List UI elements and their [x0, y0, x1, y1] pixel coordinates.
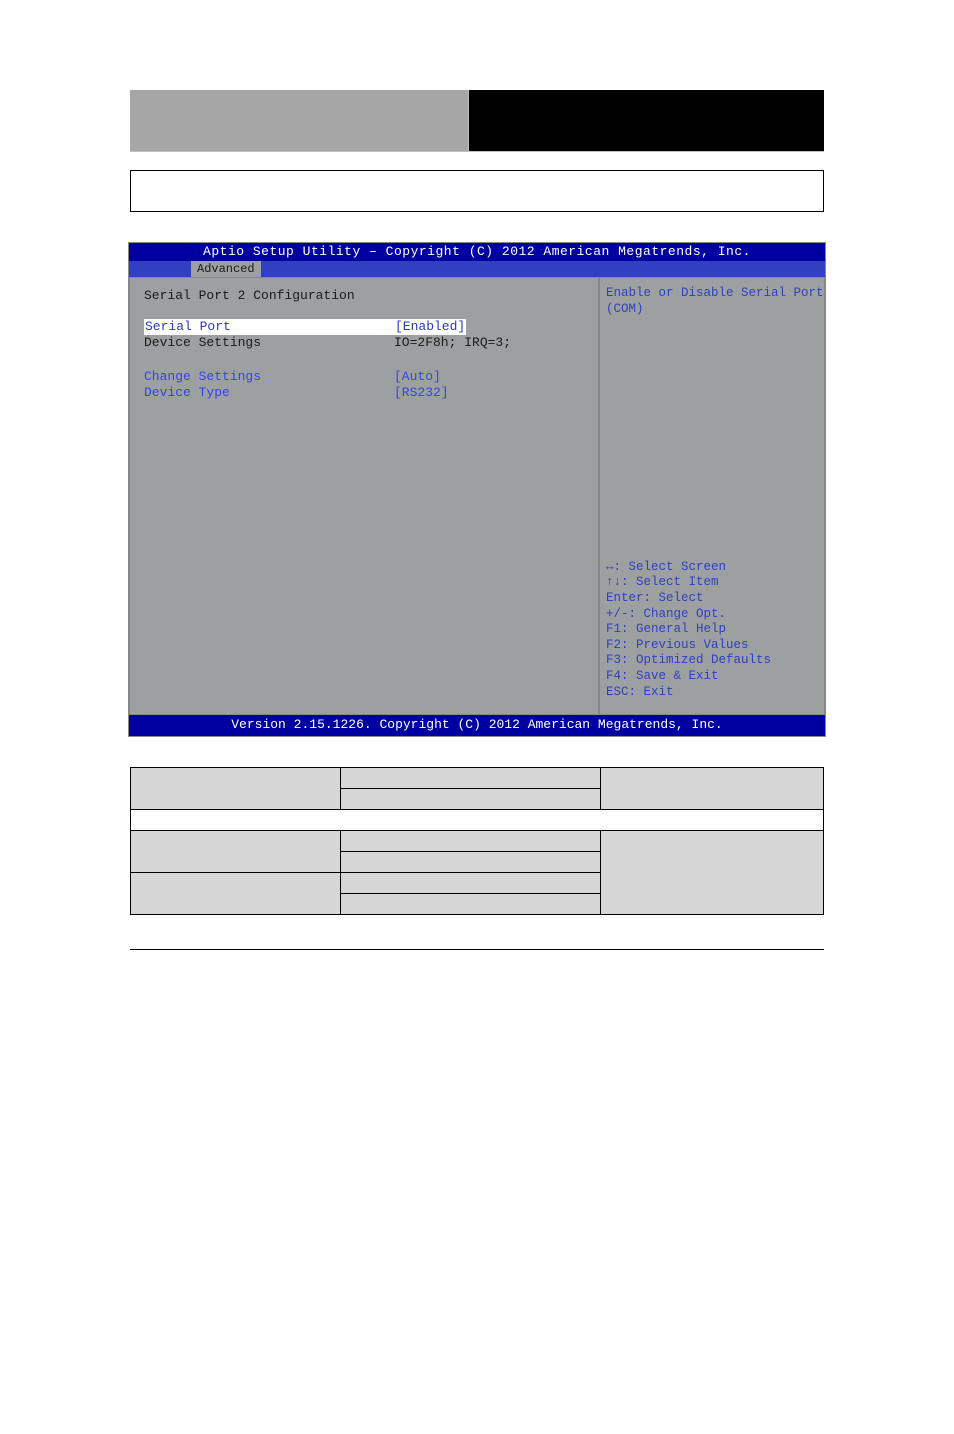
field-value[interactable]: [Auto] [394, 369, 441, 385]
bios-heading: Serial Port 2 Configuration [144, 288, 590, 304]
page-header-left [130, 90, 469, 151]
cell [601, 830, 824, 914]
cell [341, 872, 601, 893]
field-label: Device Type [144, 385, 394, 401]
field-label: Change Settings [144, 369, 394, 385]
field-label: Serial Port [144, 319, 394, 335]
table-row [131, 767, 824, 788]
cell [341, 767, 601, 788]
page-header-right [469, 90, 824, 151]
table-row [131, 830, 824, 851]
field-label: Device Settings [144, 335, 394, 351]
bios-left-panel: Serial Port 2 Configuration Serial Port … [129, 277, 599, 715]
cell [131, 767, 341, 809]
field-value: IO=2F8h; IRQ=3; [394, 335, 511, 351]
cell [131, 809, 824, 830]
field-value[interactable]: [RS232] [394, 385, 449, 401]
tab-advanced[interactable]: Advanced [191, 261, 261, 277]
cell [341, 788, 601, 809]
cell [131, 830, 341, 872]
bios-row[interactable]: Serial Port [Enabled] [144, 319, 590, 335]
bios-right-panel: Enable or Disable Serial Port (COM) ↔: S… [599, 277, 825, 715]
note-box [130, 170, 824, 212]
key-hints: ↔: Select Screen ↑↓: Select Item Enter: … [606, 560, 818, 701]
field-value[interactable]: [Enabled] [394, 319, 466, 335]
footer-rule [130, 949, 824, 950]
bios-footer: Version 2.15.1226. Copyright (C) 2012 Am… [129, 715, 825, 735]
bios-row[interactable]: Device Type [RS232] [144, 385, 590, 401]
bios-screenshot: Aptio Setup Utility – Copyright (C) 2012… [128, 242, 826, 737]
help-text: Enable or Disable Serial Port (COM) [606, 286, 818, 317]
cell [341, 851, 601, 872]
cell [341, 893, 601, 914]
bios-body: Serial Port 2 Configuration Serial Port … [129, 277, 825, 715]
bios-row: Device Settings IO=2F8h; IRQ=3; [144, 335, 590, 351]
cell [601, 767, 824, 809]
table-row [131, 809, 824, 830]
bios-row[interactable]: Change Settings [Auto] [144, 369, 590, 385]
page-header [130, 90, 824, 152]
cell [131, 872, 341, 914]
bios-tab-row: Advanced [129, 261, 825, 277]
bios-title: Aptio Setup Utility – Copyright (C) 2012… [129, 243, 825, 261]
options-table [130, 767, 824, 915]
cell [341, 830, 601, 851]
